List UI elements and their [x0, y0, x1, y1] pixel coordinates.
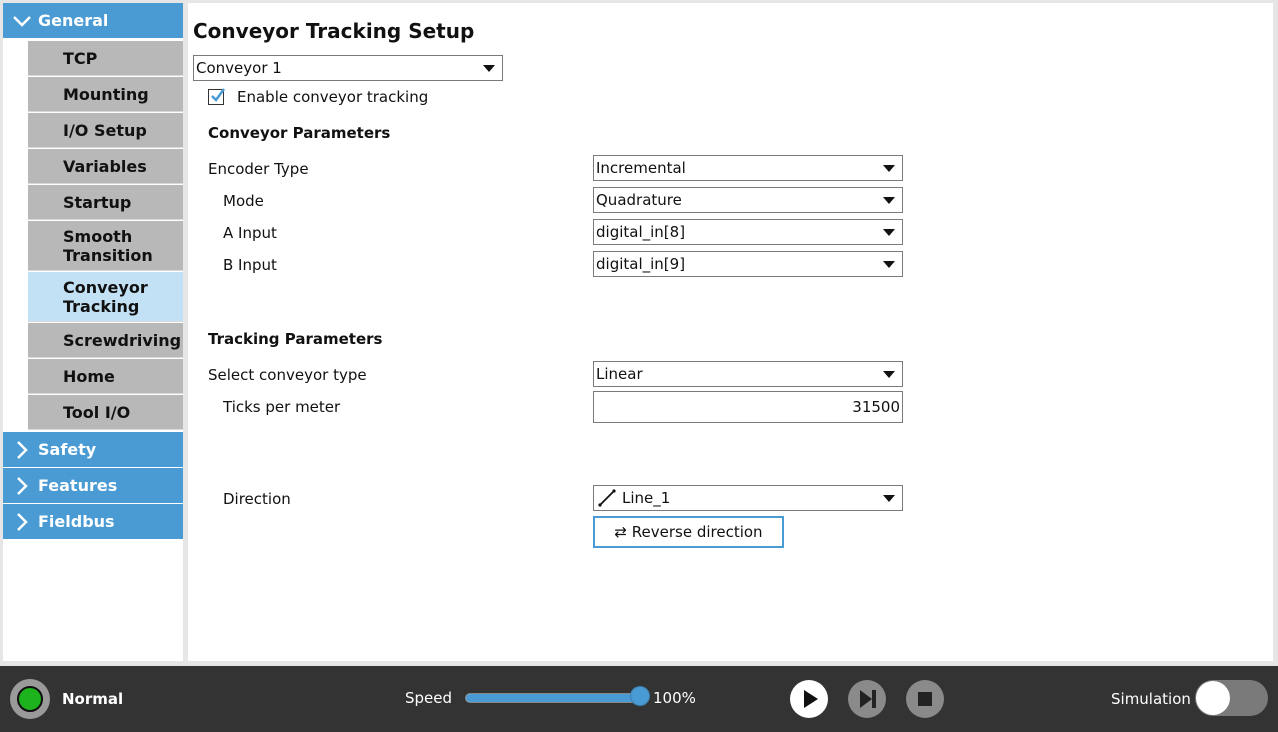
conveyor-type-value: Linear	[596, 365, 643, 383]
conveyor-type-select[interactable]: Linear	[593, 361, 903, 387]
step-button[interactable]	[848, 680, 886, 718]
play-button[interactable]	[790, 680, 828, 718]
sidebar-item-mounting[interactable]: Mounting	[28, 77, 183, 112]
sidebar-item-conveyor-tracking[interactable]: Conveyor Tracking	[28, 272, 183, 322]
sidebar-item-home[interactable]: Home	[28, 359, 183, 394]
conveyor-select-value: Conveyor 1	[196, 59, 282, 77]
mode-select[interactable]: Quadrature	[593, 187, 903, 213]
b-input-select[interactable]: digital_in[9]	[593, 251, 903, 277]
conveyor-type-label: Select conveyor type	[208, 366, 367, 384]
reverse-direction-button[interactable]: ⇄ Reverse direction	[593, 516, 784, 548]
sidebar-category-features[interactable]: Features	[3, 468, 183, 503]
dropdown-arrow-icon	[883, 229, 895, 236]
status-text: Normal	[62, 690, 124, 708]
mode-label: Mode	[223, 192, 264, 210]
simulation-label: Simulation	[1111, 690, 1191, 708]
encoder-type-select[interactable]: Incremental	[593, 155, 903, 181]
dropdown-arrow-icon	[883, 197, 895, 204]
sidebar-category-safety[interactable]: Safety	[3, 432, 183, 467]
sidebar-item-variables[interactable]: Variables	[28, 149, 183, 184]
sidebar-category-fieldbus[interactable]: Fieldbus	[3, 504, 183, 539]
tracking-parameters-heading: Tracking Parameters	[208, 330, 383, 348]
page-title: Conveyor Tracking Setup	[193, 19, 475, 43]
chevron-right-icon	[12, 432, 32, 467]
sidebar-category-label: Features	[38, 476, 118, 495]
direction-select[interactable]: Line_1	[593, 485, 903, 511]
status-indicator-icon	[17, 686, 43, 712]
sidebar-category-label: General	[38, 11, 109, 30]
conveyor-select[interactable]: Conveyor 1	[193, 55, 503, 81]
sidebar-item-smooth-transition[interactable]: Smooth Transition	[28, 221, 183, 271]
bottom-bar: Normal Speed 100% Simulation	[0, 666, 1278, 732]
b-input-label: B Input	[223, 256, 277, 274]
speed-slider[interactable]	[465, 693, 642, 703]
chevron-right-icon	[12, 468, 32, 503]
sidebar-item-label: Startup	[63, 192, 132, 212]
b-input-value: digital_in[9]	[596, 255, 686, 273]
ticks-per-meter-input[interactable]: 31500	[593, 391, 903, 423]
speed-value: 100%	[653, 689, 696, 707]
speed-slider-fill	[466, 694, 641, 702]
encoder-type-label: Encoder Type	[208, 160, 309, 178]
sidebar-item-label: Mounting	[63, 84, 149, 104]
sidebar-item-label: Tool I/O	[63, 402, 131, 422]
mode-value: Quadrature	[596, 191, 682, 209]
chevron-down-icon	[12, 3, 32, 38]
toggle-knob	[1196, 681, 1230, 715]
sidebar-item-label: Smooth Transition	[63, 226, 153, 265]
sidebar-item-screwdriving[interactable]: Screwdriving	[28, 323, 183, 358]
sidebar-item-label: TCP	[63, 48, 98, 68]
sidebar-item-label: Conveyor Tracking	[63, 277, 148, 316]
enable-tracking-label: Enable conveyor tracking	[237, 88, 429, 106]
speed-label: Speed	[405, 689, 453, 707]
sidebar-item-label: Home	[63, 366, 115, 386]
main-panel: Conveyor Tracking Setup Conveyor 1 Enabl…	[188, 3, 1273, 661]
enable-tracking-checkbox[interactable]	[208, 88, 225, 105]
sidebar-item-tcp[interactable]: TCP	[28, 41, 183, 76]
sidebar-item-tool-io[interactable]: Tool I/O	[28, 395, 183, 430]
sidebar-category-label: Safety	[38, 440, 97, 459]
sidebar-item-io-setup[interactable]: I/O Setup	[28, 113, 183, 148]
sidebar: General TCP Mounting I/O Setup Variables…	[3, 3, 183, 661]
a-input-value: digital_in[8]	[596, 223, 686, 241]
sidebar-category-general[interactable]: General	[3, 3, 183, 38]
step-forward-icon	[860, 690, 876, 708]
direction-value: Line_1	[622, 489, 671, 507]
power-status-button[interactable]	[10, 679, 50, 719]
simulation-toggle[interactable]	[1195, 680, 1268, 716]
encoder-type-value: Incremental	[596, 159, 686, 177]
sidebar-category-label: Fieldbus	[38, 512, 115, 531]
a-input-label: A Input	[223, 224, 277, 242]
checkmark-icon	[211, 88, 225, 102]
a-input-select[interactable]: digital_in[8]	[593, 219, 903, 245]
stop-button[interactable]	[906, 680, 944, 718]
stop-icon	[918, 692, 932, 706]
dropdown-arrow-icon	[483, 65, 495, 72]
line-icon	[598, 489, 616, 507]
dropdown-arrow-icon	[883, 165, 895, 172]
conveyor-parameters-heading: Conveyor Parameters	[208, 124, 391, 142]
ticks-per-meter-label: Ticks per meter	[223, 398, 341, 416]
dropdown-arrow-icon	[883, 495, 895, 502]
sidebar-item-label: I/O Setup	[63, 120, 147, 140]
speed-slider-handle[interactable]	[630, 686, 650, 706]
chevron-right-icon	[12, 504, 32, 539]
dropdown-arrow-icon	[883, 261, 895, 268]
dropdown-arrow-icon	[883, 371, 895, 378]
sidebar-item-label: Variables	[63, 156, 147, 176]
sidebar-item-label: Screwdriving	[63, 330, 182, 350]
play-icon	[804, 690, 818, 708]
direction-label: Direction	[223, 490, 291, 508]
sidebar-item-startup[interactable]: Startup	[28, 185, 183, 220]
